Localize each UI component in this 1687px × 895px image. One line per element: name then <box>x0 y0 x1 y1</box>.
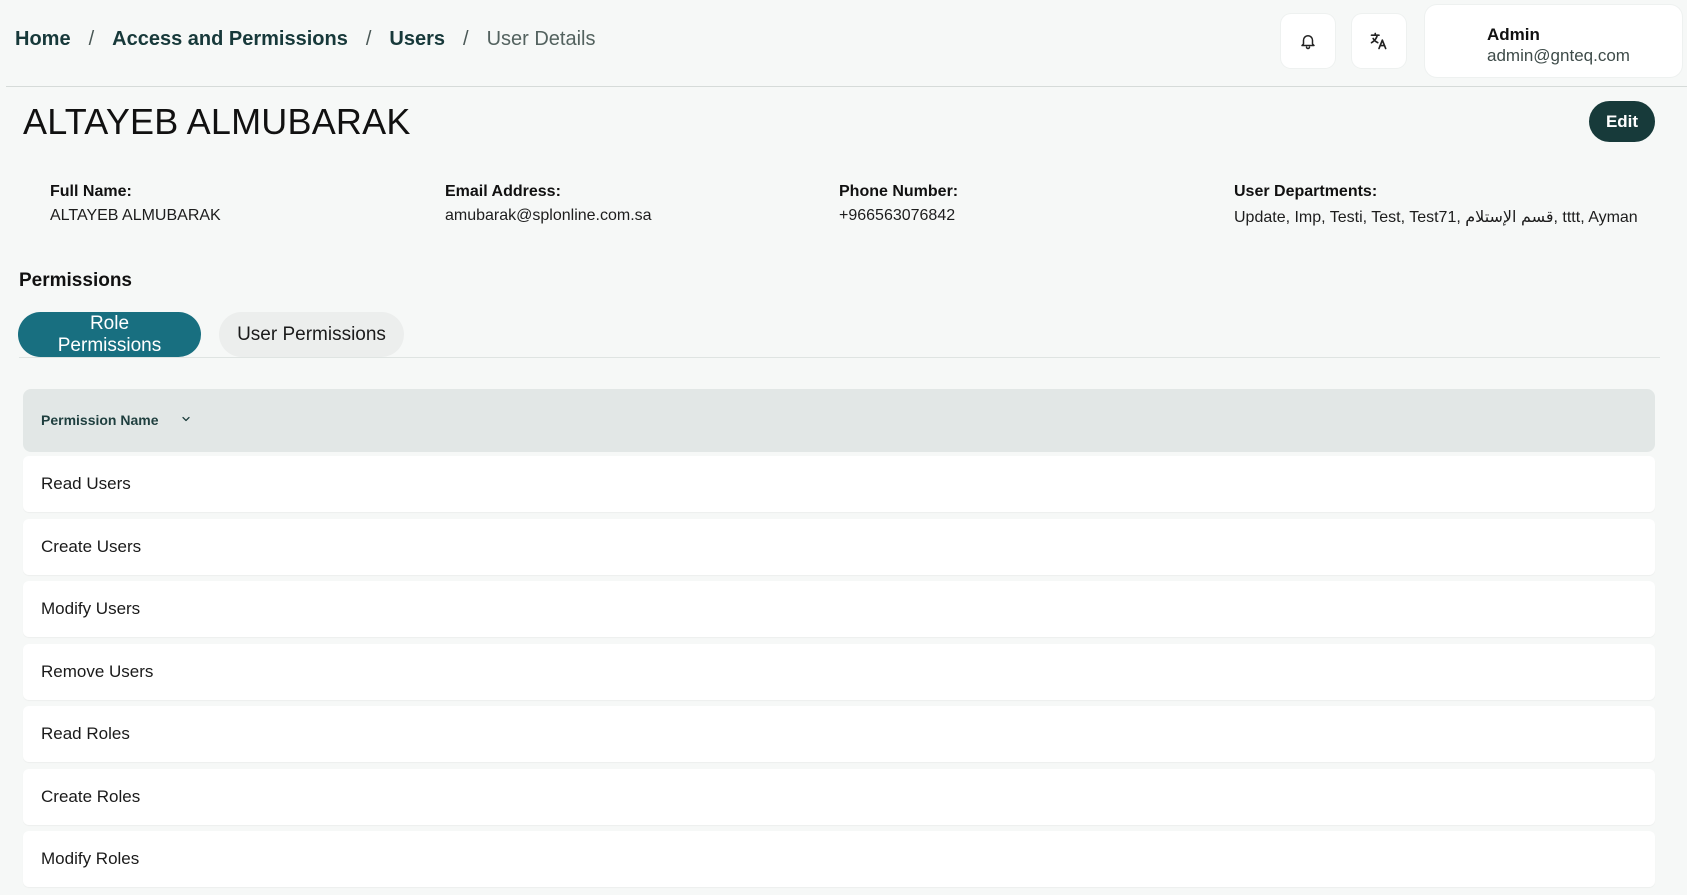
table-row[interactable]: Read Users <box>23 456 1655 512</box>
column-header-permission-name[interactable]: Permission Name <box>41 412 159 428</box>
translate-icon <box>1370 32 1387 50</box>
edit-button[interactable]: Edit <box>1589 101 1655 142</box>
phone-number-field: Phone Number: +966563076842 <box>839 183 958 225</box>
breadcrumb-separator: / <box>463 28 469 50</box>
field-label: Full Name: <box>50 183 132 200</box>
breadcrumb-home[interactable]: Home <box>15 28 71 51</box>
field-value: +966563076842 <box>839 207 956 224</box>
tab-user-permissions[interactable]: User Permissions <box>219 312 404 357</box>
breadcrumb: Home / Access and Permissions / Users / … <box>15 28 595 51</box>
table-row[interactable]: Modify Roles <box>23 831 1655 887</box>
breadcrumb-separator: / <box>88 28 95 50</box>
breadcrumb-users[interactable]: Users <box>389 28 445 51</box>
full-name-field: Full Name: ALTAYEB ALMUBARAK <box>50 183 221 225</box>
table-row[interactable]: Read Roles <box>23 706 1655 762</box>
table-row[interactable]: Modify Users <box>23 581 1655 637</box>
notifications-button[interactable] <box>1281 14 1335 68</box>
field-label: User Departments: <box>1234 183 1378 200</box>
current-user-name: Admin <box>1487 25 1540 44</box>
table-row[interactable]: Create Users <box>23 518 1655 575</box>
bell-icon <box>1301 35 1315 50</box>
tab-divider <box>19 357 1660 358</box>
current-user-email: admin@gnteq.com <box>1487 46 1630 65</box>
permissions-heading: Permissions <box>19 270 132 291</box>
chevron-down-icon[interactable] <box>180 413 192 425</box>
breadcrumb-separator: / <box>365 28 372 50</box>
email-address-field: Email Address: amubarak@splonline.com.sa <box>445 183 652 225</box>
tab-role-permissions[interactable]: Role Permissions <box>18 312 201 357</box>
user-menu[interactable]: Admin admin@gnteq.com <box>1425 5 1682 77</box>
field-label: Email Address: <box>445 183 561 200</box>
field-label: Phone Number: <box>839 183 959 200</box>
field-value: ALTAYEB ALMUBARAK <box>50 207 221 224</box>
page-title: ALTAYEB ALMUBARAK <box>23 101 411 142</box>
permissions-table-body: Read Users Create Users Modify Users Rem… <box>23 456 1655 894</box>
table-row[interactable]: Create Roles <box>23 768 1655 825</box>
field-value: Update, Imp, Testi, Test, Test71, قسم ال… <box>1234 209 1638 226</box>
user-departments-field: User Departments: Update, Imp, Testi, Te… <box>1234 183 1638 227</box>
breadcrumb-access-permissions[interactable]: Access and Permissions <box>112 28 348 51</box>
field-value: amubarak@splonline.com.sa <box>445 207 652 224</box>
table-row[interactable]: Remove Users <box>23 643 1655 700</box>
breadcrumb-current: User Details <box>486 28 596 50</box>
language-button[interactable] <box>1352 14 1406 68</box>
table-header: Permission Name <box>23 389 1655 452</box>
